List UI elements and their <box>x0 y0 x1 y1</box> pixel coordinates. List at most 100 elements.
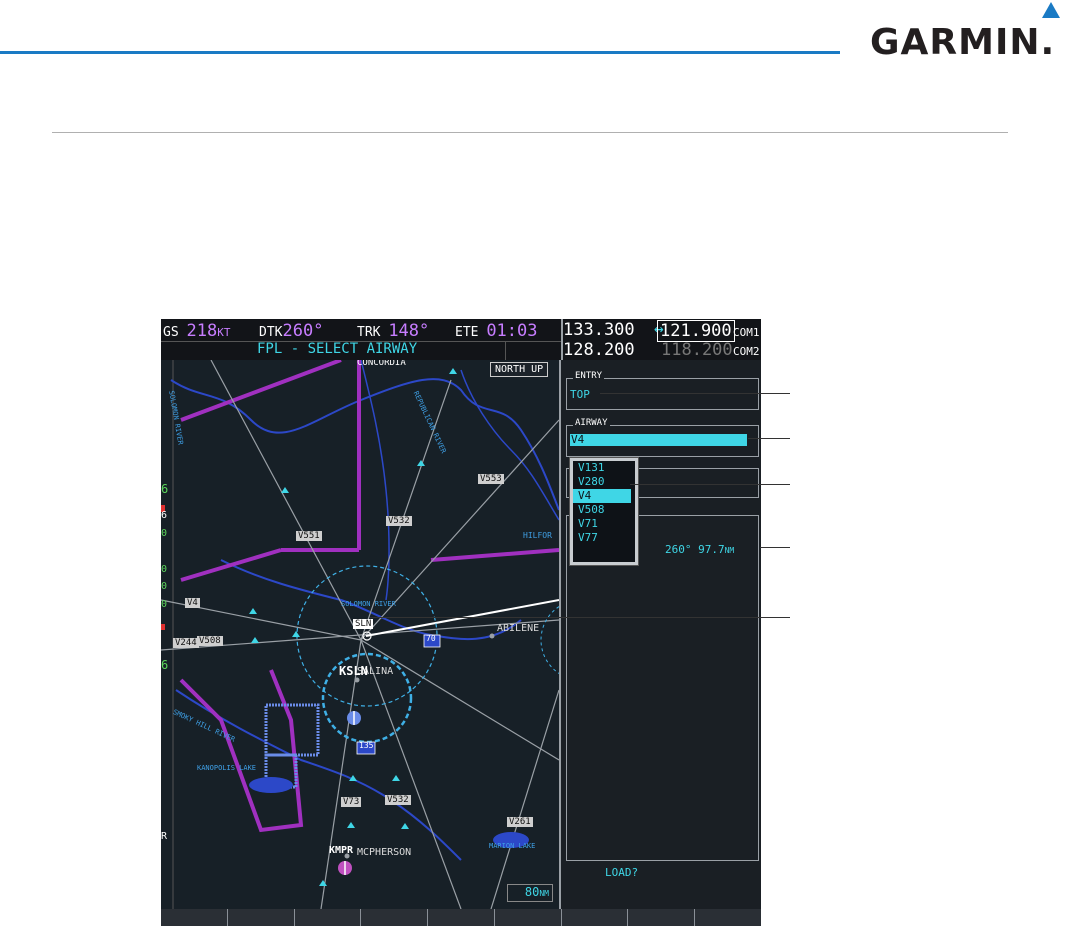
softkey-8[interactable] <box>628 909 696 926</box>
airway-option[interactable]: V508 <box>573 503 635 517</box>
gs-label: GS <box>163 325 179 340</box>
sequence-box <box>566 515 759 861</box>
softkey-7[interactable] <box>562 909 629 926</box>
distance-unit: NM <box>724 546 735 555</box>
page-title: FPL - SELECT AIRWAY <box>257 341 418 357</box>
com-radio-box: 133.300 ↔ 121.900 COM1 128.200 118.200 C… <box>563 319 761 360</box>
airway-label-v532-south: V532 <box>385 795 411 805</box>
com1-standby[interactable]: 133.300 <box>563 320 635 340</box>
side-digit-2: 6 <box>161 510 168 521</box>
airway-label-v532-north: V532 <box>386 516 412 526</box>
logo-triangle-icon <box>1042 2 1060 18</box>
side-digit-8: R <box>161 831 168 842</box>
dtk-label: DTK <box>259 325 283 340</box>
nav-data-row: GS 218KT DTK260° TRK 148° ETE 01:03 <box>161 319 561 342</box>
com2-label: COM2 <box>733 345 760 358</box>
dtk-field: DTK260° <box>259 321 323 341</box>
map-label-mcpherson: MCPHERSON <box>357 847 412 858</box>
softkey-3[interactable] <box>295 909 362 926</box>
map-graphics <box>161 360 559 909</box>
ete-field: ETE 01:03 <box>455 321 538 341</box>
airway-option-selected[interactable]: V4 <box>573 489 631 503</box>
header-rule <box>0 51 840 54</box>
softkey-9[interactable] <box>695 909 761 926</box>
airport-kmpr[interactable]: KMPR <box>329 845 353 856</box>
map-range[interactable]: 80NM <box>507 884 553 902</box>
gs-unit: KT <box>217 326 231 339</box>
map-range-unit: NM <box>539 889 549 898</box>
ete-label: ETE <box>455 325 479 340</box>
entry-value[interactable]: TOP <box>570 388 590 401</box>
airway-label-v73: V73 <box>341 797 362 807</box>
softkey-2[interactable] <box>228 909 295 926</box>
airway-option[interactable]: V77 <box>573 531 635 545</box>
garmin-logo: GARMIN. <box>870 2 1076 64</box>
map-label-solomon-river: SOLOMON RIVER <box>341 600 396 608</box>
databar-divider <box>505 341 506 360</box>
com2-standby[interactable]: 128.200 <box>563 340 635 360</box>
entry-title: ENTRY <box>573 371 605 381</box>
side-digit-3: 0 <box>161 528 168 539</box>
airway-label-v244: V244 <box>173 638 199 648</box>
side-digit-6: 0 <box>161 599 168 610</box>
com1-active[interactable]: 121.900 <box>657 320 735 342</box>
airway-option[interactable]: V280 <box>573 475 635 489</box>
distance-info: 260° 97.7NM <box>665 543 734 556</box>
section-rule <box>52 132 1008 133</box>
callout-airway <box>748 438 790 439</box>
softkey-6[interactable] <box>495 909 562 926</box>
callout-map <box>370 617 790 618</box>
nav-data-bar: GS 218KT DTK260° TRK 148° ETE 01:03 FPL … <box>161 319 563 360</box>
airport-ksln[interactable]: KSLN <box>339 664 368 678</box>
logo-text: GARMIN. <box>870 22 1056 63</box>
softkey-5[interactable] <box>428 909 495 926</box>
gs-field: GS 218KT <box>163 321 230 341</box>
map-label-marion-lake: MARION LAKE <box>489 842 536 850</box>
gs-value: 218 <box>186 321 218 341</box>
airway-label-v551: V551 <box>296 531 322 541</box>
airway-label-v553: V553 <box>478 474 504 484</box>
callout-entry <box>600 393 790 394</box>
airway-label-v4: V4 <box>185 598 200 608</box>
softkey-bar <box>161 909 761 926</box>
side-digit-4: 0 <box>161 564 168 575</box>
com2-active[interactable]: 118.200 <box>661 340 733 360</box>
navigation-map[interactable]: CONCORDIA REPUBLICAN RIVER SOLOMON RIVER… <box>161 360 561 909</box>
load-prompt[interactable]: LOAD? <box>605 866 638 879</box>
airway-title: AIRWAY <box>573 418 610 428</box>
airway-label-v261: V261 <box>507 817 533 827</box>
softkey-1[interactable] <box>161 909 228 926</box>
airway-value[interactable]: V4 <box>571 433 584 446</box>
map-range-value: 80 <box>524 885 540 899</box>
airway-option[interactable]: V71 <box>573 517 635 531</box>
trk-value: 148° <box>388 321 430 341</box>
com1-label: COM1 <box>733 326 760 339</box>
side-digit-7: 6 <box>161 658 169 672</box>
interstate-70: 70 <box>426 634 436 643</box>
entry-box: ENTRY TOP <box>566 371 759 410</box>
distance-text: 260° 97.7 <box>665 543 725 556</box>
callout-list <box>630 484 790 485</box>
vor-sln[interactable]: SLN <box>353 619 374 629</box>
side-digit-1: 6 <box>161 482 169 496</box>
callout-distance <box>760 547 790 548</box>
map-label-kanopolis-lake: KANOPOLIS LAKE <box>197 764 257 772</box>
mfd-screen: GS 218KT DTK260° TRK 148° ETE 01:03 FPL … <box>161 319 761 926</box>
side-digit-5: 0 <box>161 581 168 592</box>
softkey-4[interactable] <box>361 909 429 926</box>
airway-label-v508: V508 <box>197 636 223 646</box>
trk-label: TRK <box>357 325 381 340</box>
airway-box: AIRWAY V4 <box>566 418 759 457</box>
airway-field-highlight[interactable] <box>570 434 747 446</box>
map-label-hilford: HILFOR <box>523 531 552 540</box>
ete-value: 01:03 <box>486 321 538 341</box>
airway-list-popup: V131 V280 V4 V508 V71 V77 <box>570 458 638 565</box>
interstate-135: 135 <box>359 741 374 750</box>
map-label-concordia: CONCORDIA <box>357 360 406 368</box>
airway-option[interactable]: V131 <box>573 461 635 475</box>
trk-field: TRK 148° <box>357 321 429 341</box>
select-airway-panel: ENTRY TOP AIRWAY V4 260° 97.7NM LOAD? <box>561 360 761 909</box>
map-label-abilene: ABILENE <box>497 623 540 634</box>
dtk-value: 260° <box>282 321 324 341</box>
north-up-indicator: NORTH UP <box>490 362 549 377</box>
